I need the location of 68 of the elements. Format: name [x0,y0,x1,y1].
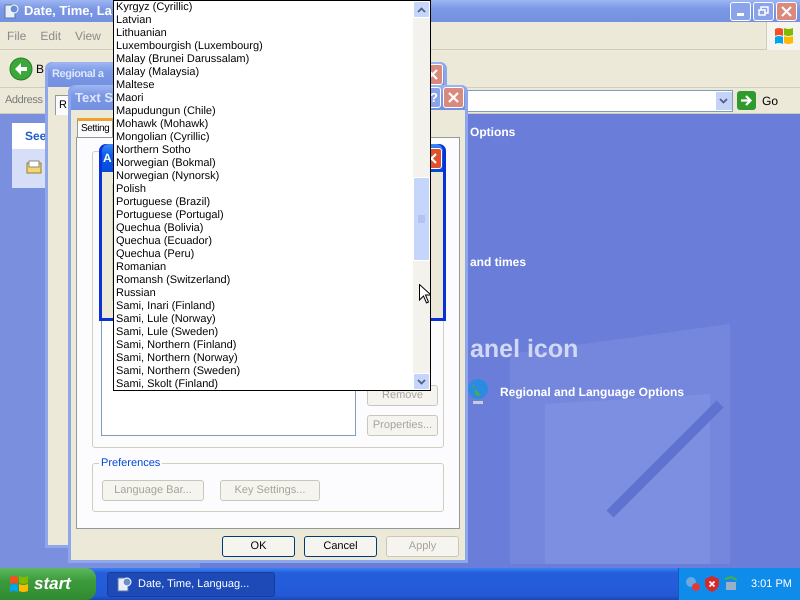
windows-logo-icon [774,26,794,44]
network-error-icon [685,576,701,592]
window-title: Text S [75,88,114,107]
list-option[interactable]: Quechua (Ecuador) [114,235,413,248]
list-option[interactable]: Sami, Inari (Finland) [114,300,413,313]
list-option[interactable]: Mohawk (Mohawk) [114,118,413,131]
window-title: Regional a [52,67,104,82]
list-option[interactable]: Luxembourgish (Luxembourg) [114,40,413,53]
list-option[interactable]: Romansh (Switzerland) [114,274,413,287]
list-option[interactable]: Maltese [114,79,413,92]
list-option[interactable]: Maori [114,92,413,105]
list-option[interactable]: Quechua (Bolivia) [114,222,413,235]
up-caret-icon [417,6,426,12]
address-label: Address [5,93,44,108]
list-option[interactable]: Northern Sotho [114,144,413,157]
section-heading: Options [470,124,516,141]
category-text: and times [470,254,528,271]
grip-icon [418,215,425,223]
list-option[interactable]: Malay (Brunei Darussalam) [114,53,413,66]
windows-logo-icon [9,575,29,593]
list-option[interactable]: Sami, Northern (Sweden) [114,365,413,378]
clock-document-icon [3,3,19,19]
list-option[interactable]: Norwegian (Nynorsk) [114,170,413,183]
back-button[interactable]: B [9,56,44,80]
start-button[interactable]: start [0,568,96,600]
list-option[interactable]: Sami, Northern (Norway) [114,352,413,365]
task-box-heading: See [25,128,46,145]
list-option[interactable]: Sami, Northern (Finland) [114,339,413,352]
list-option[interactable]: Quechua (Peru) [114,248,413,261]
scroll-thumb[interactable] [413,177,430,261]
list-option[interactable]: Latvian [114,14,413,27]
minimize-button[interactable] [730,2,751,20]
scroll-up-button[interactable] [413,1,430,18]
list-option[interactable]: Kyrgyz (Cyrillic) [114,1,413,14]
list-option[interactable]: Portuguese (Portugal) [114,209,413,222]
list-option[interactable]: Romanian [114,261,413,274]
minimize-icon [737,12,744,16]
go-button[interactable]: Go [736,91,796,110]
close-icon [781,6,792,16]
window-title: A [103,150,112,167]
cancel-button[interactable]: Cancel [304,536,377,557]
list-option[interactable]: Mongolian (Cyrillic) [114,131,413,144]
list-option[interactable]: Russian [114,287,413,300]
scrollbar[interactable] [413,1,430,390]
globe-icon [466,378,490,406]
list-option[interactable]: Norwegian (Bokmal) [114,157,413,170]
down-caret-icon [417,378,426,384]
list-option[interactable]: Mapudungun (Chile) [114,105,413,118]
restore-button[interactable] [753,2,774,20]
list-option[interactable]: Polish [114,183,413,196]
scroll-down-button[interactable] [413,373,430,390]
document-icon [26,159,42,175]
list-option[interactable]: Sami, Lule (Norway) [114,313,413,326]
computer-icon [723,576,739,592]
taskbar-button[interactable]: Date, Time, Languag... [107,572,275,596]
clock-document-icon [116,576,132,592]
restore-icon [758,6,769,16]
window-title: Date, Time, La [24,2,112,20]
ok-button[interactable]: OK [222,536,295,557]
list-option[interactable]: Malay (Malaysia) [114,66,413,79]
list-option[interactable]: Lithuanian [114,27,413,40]
list-option[interactable]: Portuguese (Brazil) [114,196,413,209]
clock: 3:01 PM [751,576,792,592]
shield-icon [705,576,719,592]
close-icon [448,92,459,103]
settings-tab[interactable]: Setting [77,118,114,137]
panel-heading: anel icon [470,334,580,364]
list-option[interactable]: Sami, Lule (Sweden) [114,326,413,339]
